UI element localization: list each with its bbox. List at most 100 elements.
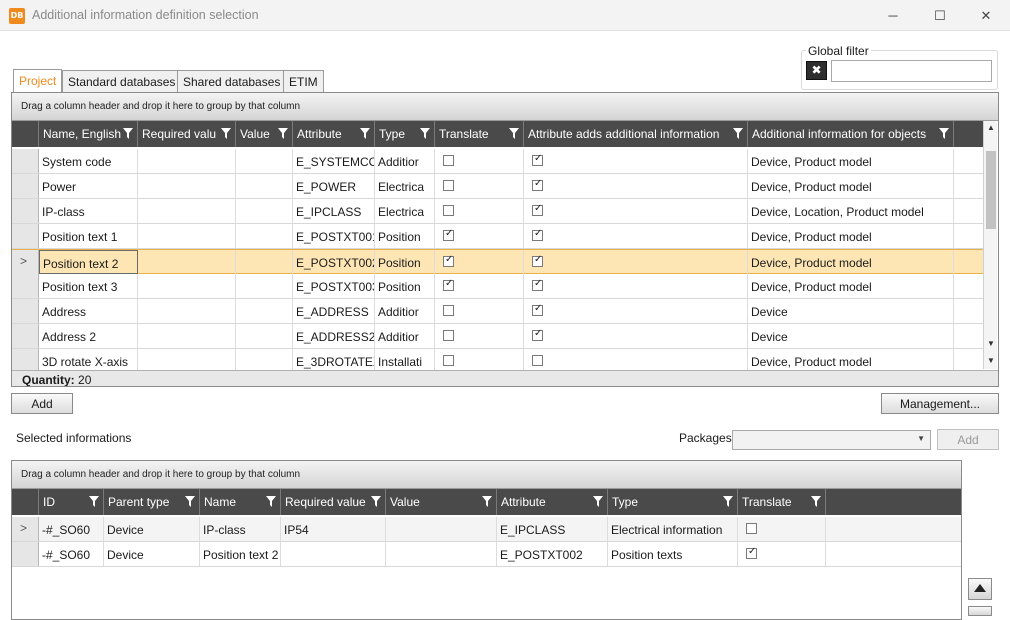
row-indicator[interactable] bbox=[12, 274, 39, 298]
checkbox[interactable] bbox=[532, 203, 543, 216]
cell-required-value[interactable] bbox=[138, 250, 236, 274]
table-row[interactable]: -#_SO60 Device Position text 2 E_POSTXT002 P… bbox=[12, 542, 961, 567]
cell-required-value[interactable] bbox=[138, 174, 236, 198]
table-row[interactable]: Position text 3 E_POSTXT003Position Device… bbox=[12, 274, 983, 299]
cell-name[interactable]: System code bbox=[39, 149, 138, 173]
cell-objects[interactable]: Device, Product model bbox=[748, 274, 954, 298]
cell-name[interactable]: 3D rotate X-axis bbox=[39, 349, 138, 370]
filter-icon[interactable] bbox=[89, 496, 99, 507]
row-indicator[interactable] bbox=[12, 199, 39, 223]
checkbox[interactable] bbox=[532, 153, 543, 166]
cell-type[interactable]: Additior bbox=[375, 324, 435, 348]
cell-type[interactable]: Position bbox=[375, 274, 435, 298]
cell-required-value[interactable] bbox=[138, 299, 236, 323]
table-row[interactable]: IP-class E_IPCLASSElectrica Device, Locati… bbox=[12, 199, 983, 224]
cell-attribute[interactable]: E_IPCLASS bbox=[293, 199, 375, 223]
tab-standard-databases[interactable]: Standard databases bbox=[62, 70, 182, 92]
cell-value[interactable] bbox=[236, 149, 293, 173]
global-filter-input[interactable] bbox=[831, 60, 992, 82]
cell-translate[interactable] bbox=[435, 224, 524, 248]
cell-attribute-adds[interactable] bbox=[524, 224, 748, 248]
cell-attribute[interactable]: E_SYSTEMCOI bbox=[293, 149, 375, 173]
cell-value[interactable] bbox=[236, 250, 293, 274]
checkbox[interactable] bbox=[746, 523, 757, 534]
group-by-panel[interactable]: Drag a column header and drop it here to… bbox=[12, 461, 961, 489]
cell-attribute-adds[interactable] bbox=[524, 199, 748, 223]
cell-value[interactable] bbox=[386, 517, 497, 541]
filter-icon[interactable] bbox=[593, 496, 603, 507]
cell-attribute[interactable]: E_POWER bbox=[293, 174, 375, 198]
column-header-value[interactable]: Value bbox=[386, 489, 497, 515]
cell-name[interactable]: Power bbox=[39, 174, 138, 198]
filter-icon[interactable] bbox=[266, 496, 276, 507]
checkbox[interactable] bbox=[746, 546, 757, 559]
cell-name[interactable]: IP-class bbox=[39, 199, 138, 223]
management-button[interactable]: Management... bbox=[881, 393, 999, 414]
cell-name[interactable]: Position text 2 bbox=[39, 250, 138, 274]
cell-attribute[interactable]: E_POSTXT002 bbox=[497, 542, 608, 566]
cell-attribute[interactable]: E_ADDRESS bbox=[293, 299, 375, 323]
cell-translate[interactable] bbox=[435, 174, 524, 198]
column-header-translate[interactable]: Translate bbox=[435, 121, 524, 147]
table-row[interactable]: 3D rotate X-axis E_3DROTATEX Installati Dev… bbox=[12, 349, 983, 370]
cell-value[interactable] bbox=[236, 174, 293, 198]
cell-translate[interactable] bbox=[738, 542, 826, 566]
filter-icon[interactable] bbox=[482, 496, 492, 507]
row-indicator[interactable] bbox=[12, 224, 39, 248]
cell-required-value[interactable] bbox=[138, 199, 236, 223]
cell-name[interactable]: Position text 2 bbox=[200, 542, 281, 566]
filter-icon[interactable] bbox=[939, 128, 949, 139]
checkbox[interactable] bbox=[443, 228, 454, 241]
checkbox[interactable] bbox=[532, 303, 543, 316]
cell-objects[interactable]: Device, Product model bbox=[748, 349, 954, 370]
move-up-button[interactable] bbox=[968, 578, 992, 600]
cell-id[interactable]: -#_SO60 bbox=[39, 517, 104, 541]
cell-objects[interactable]: Device, Product model bbox=[748, 224, 954, 248]
move-down-button[interactable] bbox=[968, 606, 992, 616]
row-indicator[interactable] bbox=[12, 299, 39, 323]
column-header-attribute-adds[interactable]: Attribute adds additional information bbox=[524, 121, 748, 147]
cell-translate[interactable] bbox=[435, 299, 524, 323]
cell-type[interactable]: Electrical information bbox=[608, 517, 738, 541]
column-header-attribute[interactable]: Attribute bbox=[293, 121, 375, 147]
cell-name[interactable]: IP-class bbox=[200, 517, 281, 541]
row-indicator[interactable] bbox=[12, 349, 39, 370]
filter-icon[interactable] bbox=[360, 128, 370, 139]
column-header-required-value[interactable]: Required value bbox=[281, 489, 386, 515]
cell-attribute[interactable]: E_POSTXT002 bbox=[293, 250, 375, 274]
table-row[interactable]: System code E_SYSTEMCOIAdditior Device, Pr… bbox=[12, 149, 983, 174]
cell-translate[interactable] bbox=[435, 274, 524, 298]
cell-attribute[interactable]: E_POSTXT001 bbox=[293, 224, 375, 248]
filter-icon[interactable] bbox=[420, 128, 430, 139]
cell-value[interactable] bbox=[386, 542, 497, 566]
checkbox[interactable] bbox=[532, 254, 543, 267]
checkbox[interactable] bbox=[443, 355, 454, 366]
cell-value[interactable] bbox=[236, 224, 293, 248]
cell-type[interactable]: Position texts bbox=[608, 542, 738, 566]
cell-required-value[interactable] bbox=[138, 224, 236, 248]
column-header-type[interactable]: Type bbox=[375, 121, 435, 147]
checkbox[interactable] bbox=[532, 178, 543, 191]
cell-name[interactable]: Address bbox=[39, 299, 138, 323]
checkbox[interactable] bbox=[532, 328, 543, 341]
column-header-parent-type[interactable]: Parent type bbox=[104, 489, 200, 515]
scrollbar-thumb[interactable] bbox=[986, 151, 996, 229]
filter-icon[interactable] bbox=[221, 128, 231, 139]
checkbox[interactable] bbox=[443, 278, 454, 291]
column-header-translate[interactable]: Translate bbox=[738, 489, 826, 515]
cell-type[interactable]: Additior bbox=[375, 149, 435, 173]
scroll-down-icon[interactable]: ▼ bbox=[984, 337, 998, 351]
cell-translate[interactable] bbox=[738, 517, 826, 541]
row-indicator[interactable] bbox=[12, 174, 39, 198]
checkbox[interactable] bbox=[443, 254, 454, 267]
cell-attribute-adds[interactable] bbox=[524, 299, 748, 323]
cell-objects[interactable]: Device, Product model bbox=[748, 250, 954, 274]
checkbox[interactable] bbox=[443, 155, 454, 166]
table-row[interactable]: > -#_SO60 Device IP-class IP54 E_IPCLASS Elect… bbox=[12, 517, 961, 542]
clear-filter-icon[interactable]: ✖ bbox=[806, 61, 827, 80]
filter-icon[interactable] bbox=[185, 496, 195, 507]
group-by-panel[interactable]: Drag a column header and drop it here to… bbox=[12, 93, 998, 121]
cell-objects[interactable]: Device bbox=[748, 324, 954, 348]
column-header-name[interactable]: Name, English bbox=[39, 121, 138, 147]
cell-attribute-adds[interactable] bbox=[524, 274, 748, 298]
